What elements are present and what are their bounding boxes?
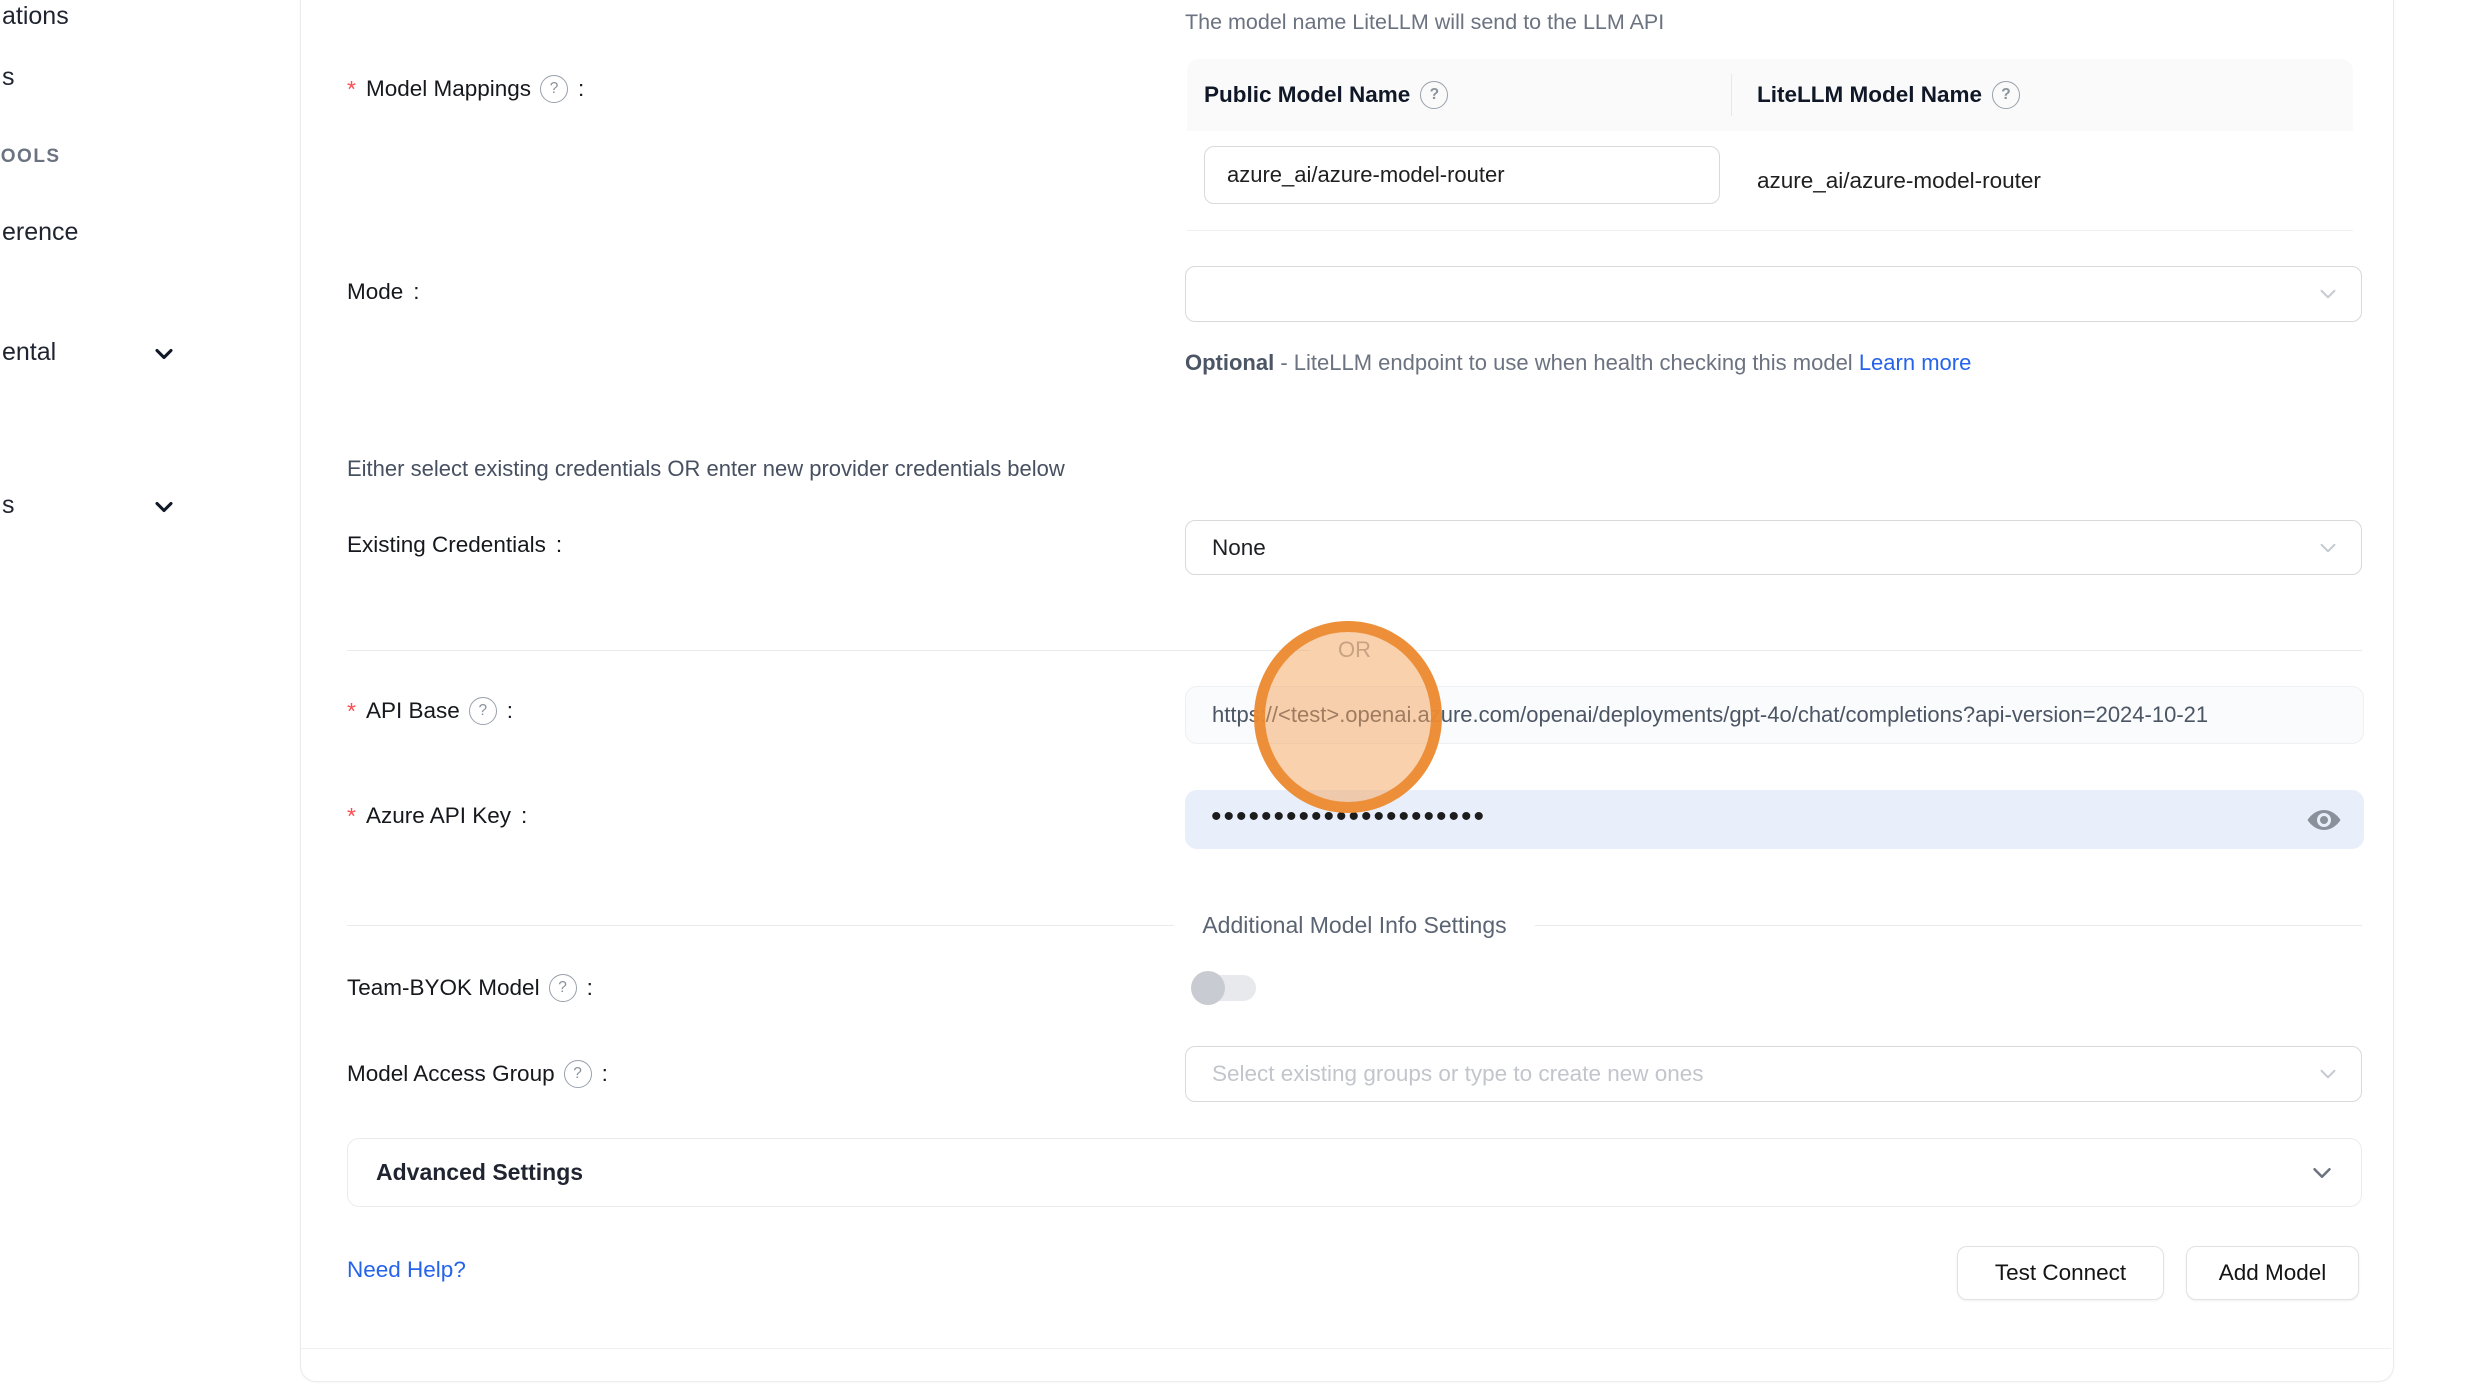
learn-more-link[interactable]: Learn more: [1859, 350, 1972, 375]
sidebar-item-reference[interactable]: erence: [2, 218, 78, 247]
model-mappings-table: Public Model Name ? LiteLLM Model Name ?…: [1187, 59, 2353, 231]
sidebar-item-settings[interactable]: s: [2, 491, 15, 520]
additional-info-divider: Additional Model Info Settings: [347, 912, 2362, 939]
masked-api-key: ••••••••••••••••••••••: [1211, 802, 1486, 832]
card-bottom-divider: [301, 1348, 2391, 1349]
required-marker: *: [347, 805, 356, 828]
required-marker: *: [347, 700, 356, 723]
sidebar-item-guardrails[interactable]: s: [2, 63, 15, 92]
model-access-group-select[interactable]: Select existing groups or type to create…: [1185, 1046, 2362, 1102]
existing-credentials-label: Existing Credentials :: [347, 532, 562, 558]
help-icon[interactable]: ?: [469, 697, 497, 725]
chevron-down-icon[interactable]: [150, 493, 178, 521]
mode-helper: Optional - LiteLLM endpoint to use when …: [1185, 343, 2000, 382]
help-icon[interactable]: ?: [1992, 81, 2020, 109]
need-help-link[interactable]: Need Help?: [347, 1257, 466, 1283]
help-icon[interactable]: ?: [540, 75, 568, 103]
sidebar-item-experimental[interactable]: ental: [2, 338, 56, 367]
model-mappings-header: Public Model Name ? LiteLLM Model Name ?: [1187, 59, 2353, 131]
or-divider: OR: [347, 637, 2362, 663]
help-icon[interactable]: ?: [549, 974, 577, 1002]
mode-select[interactable]: [1185, 266, 2362, 322]
sidebar-section-tools: TOOLS: [0, 146, 61, 168]
public-model-name-header: Public Model Name: [1204, 82, 1410, 108]
model-access-group-label: Model Access Group ? :: [347, 1060, 608, 1088]
mode-label: Mode :: [347, 279, 420, 305]
test-connect-button[interactable]: Test Connect: [1957, 1246, 2164, 1300]
team-byok-label: Team-BYOK Model ? :: [347, 974, 593, 1002]
add-model-page: ations s TOOLS erence ental s The model …: [0, 0, 2477, 1385]
sidebar-item-organizations[interactable]: ations: [2, 2, 69, 31]
help-icon[interactable]: ?: [564, 1060, 592, 1088]
eye-icon[interactable]: [2306, 806, 2342, 834]
azure-api-key-input[interactable]: ••••••••••••••••••••••: [1185, 790, 2364, 849]
chevron-down-icon[interactable]: [150, 340, 178, 368]
chevron-down-icon: [2307, 1158, 2337, 1188]
advanced-settings-toggle[interactable]: Advanced Settings: [347, 1138, 2362, 1207]
credentials-note: Either select existing credentials OR en…: [347, 456, 1065, 482]
litellm-model-name-helper: The model name LiteLLM will send to the …: [1185, 10, 1664, 35]
model-mappings-row: azure_ai/azure-model-router azure_ai/azu…: [1187, 131, 2353, 231]
public-model-name-input[interactable]: azure_ai/azure-model-router: [1204, 146, 1720, 204]
litellm-model-name-value: azure_ai/azure-model-router: [1757, 131, 2041, 230]
team-byok-toggle[interactable]: [1194, 974, 1256, 1002]
chevron-down-icon: [2315, 281, 2341, 307]
azure-api-key-label: * Azure API Key :: [347, 803, 527, 829]
help-icon[interactable]: ?: [1420, 81, 1448, 109]
add-model-button[interactable]: Add Model: [2186, 1246, 2359, 1300]
api-base-label: * API Base ? :: [347, 697, 513, 725]
required-marker: *: [347, 78, 356, 101]
existing-credentials-select[interactable]: None: [1185, 520, 2362, 575]
model-mappings-label: * Model Mappings ? :: [347, 75, 584, 103]
litellm-model-name-header: LiteLLM Model Name: [1757, 82, 1982, 108]
api-base-input[interactable]: https://<test>.openai.azure.com/openai/d…: [1185, 686, 2364, 744]
chevron-down-icon: [2315, 535, 2341, 561]
chevron-down-icon: [2315, 1061, 2341, 1087]
